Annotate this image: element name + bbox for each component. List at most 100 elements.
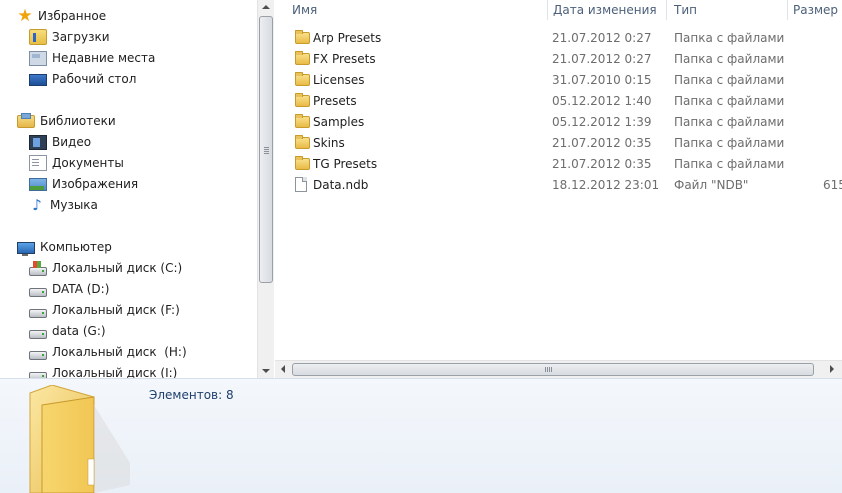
computer-icon bbox=[17, 241, 35, 256]
nav-item-drive-i[interactable]: Локальный диск (I:) bbox=[29, 363, 177, 378]
column-header: Имя Дата изменения Тип Размер bbox=[275, 0, 842, 20]
file-row[interactable]: FX Presets 21.07.2012 0:27 Папка с файлами bbox=[275, 49, 842, 70]
folder-icon bbox=[295, 51, 310, 65]
nav-item-label: Документы bbox=[52, 156, 124, 170]
file-name: Skins bbox=[313, 136, 345, 150]
large-folder-icon bbox=[29, 385, 130, 493]
libraries-icon bbox=[17, 112, 35, 128]
nav-item-label: Локальный диск (H:) bbox=[52, 345, 187, 359]
file-name: FX Presets bbox=[313, 52, 376, 66]
recent-places-icon bbox=[29, 50, 47, 66]
folder-icon bbox=[295, 93, 310, 107]
scroll-left-arrow-icon[interactable] bbox=[281, 365, 285, 373]
details-pane: Элементов: 8 bbox=[0, 378, 842, 493]
drive-icon bbox=[29, 329, 47, 339]
file-row[interactable]: TG Presets 21.07.2012 0:35 Папка с файлами bbox=[275, 154, 842, 175]
folder-icon bbox=[295, 156, 310, 170]
column-name[interactable]: Имя bbox=[287, 0, 547, 20]
column-type[interactable]: Тип bbox=[669, 0, 787, 20]
nav-item-label: Изображения bbox=[52, 177, 139, 191]
nav-libraries-label: Библиотеки bbox=[40, 114, 116, 128]
file-type: Папка с файлами bbox=[674, 115, 785, 129]
file-row[interactable]: Presets 05.12.2012 1:40 Папка с файлами bbox=[275, 91, 842, 112]
star-icon: ★ bbox=[17, 6, 33, 26]
folder-icon bbox=[295, 114, 310, 128]
scrollbar-thumb[interactable] bbox=[292, 363, 814, 376]
file-row[interactable]: Skins 21.07.2012 0:35 Папка с файлами bbox=[275, 133, 842, 154]
nav-computer-label: Компьютер bbox=[40, 240, 112, 254]
nav-item-label: Загрузки bbox=[52, 30, 110, 44]
nav-favorites[interactable]: ★ Избранное bbox=[17, 6, 106, 26]
file-type: Папка с файлами bbox=[674, 136, 785, 150]
file-name: Data.ndb bbox=[313, 178, 369, 192]
nav-item-drive-c[interactable]: Локальный диск (C:) bbox=[29, 258, 182, 278]
documents-icon bbox=[29, 155, 47, 171]
column-date-modified[interactable]: Дата изменения bbox=[548, 0, 666, 20]
file-row[interactable]: Data.ndb 18.12.2012 23:01 Файл "NDB" 615 bbox=[275, 175, 842, 196]
drive-icon bbox=[29, 350, 47, 360]
desktop-icon bbox=[29, 74, 47, 86]
file-list-pane: Имя Дата изменения Тип Размер Arp Preset… bbox=[275, 0, 842, 378]
system-drive-icon bbox=[29, 260, 47, 276]
column-size[interactable]: Размер bbox=[788, 0, 842, 20]
nav-computer[interactable]: Компьютер bbox=[17, 237, 112, 257]
file-type: Папка с файлами bbox=[674, 31, 785, 45]
nav-item-desktop[interactable]: Рабочий стол bbox=[29, 69, 136, 89]
file-size: 615 bbox=[823, 178, 842, 192]
file-name: Samples bbox=[313, 115, 365, 129]
nav-item-music[interactable]: ♪ Музыка bbox=[29, 195, 98, 215]
file-date-modified: 05.12.2012 1:40 bbox=[552, 94, 652, 108]
file-type: Папка с файлами bbox=[674, 52, 785, 66]
downloads-folder-icon bbox=[29, 29, 47, 45]
file-date-modified: 31.07.2010 0:15 bbox=[552, 73, 652, 87]
grip-icon bbox=[545, 367, 552, 372]
file-name: Presets bbox=[313, 94, 357, 108]
nav-item-images[interactable]: Изображения bbox=[29, 174, 138, 194]
scrollbar-thumb[interactable] bbox=[259, 16, 273, 283]
file-row[interactable]: Licenses 31.07.2010 0:15 Папка с файлами bbox=[275, 70, 842, 91]
nav-item-drive-f[interactable]: Локальный диск (F:) bbox=[29, 300, 180, 320]
navigation-scrollbar[interactable] bbox=[257, 0, 274, 378]
file-date-modified: 21.07.2012 0:27 bbox=[552, 31, 652, 45]
nav-libraries[interactable]: Библиотеки bbox=[17, 111, 116, 131]
file-name: Arp Presets bbox=[313, 31, 382, 45]
file-icon bbox=[295, 177, 307, 192]
nav-item-documents[interactable]: Документы bbox=[29, 153, 124, 173]
nav-item-label: Недавние места bbox=[52, 51, 156, 65]
nav-item-drive-g[interactable]: data (G:) bbox=[29, 321, 106, 341]
file-row[interactable]: Arp Presets 21.07.2012 0:27 Папка с файлам… bbox=[275, 28, 842, 49]
nav-item-downloads[interactable]: Загрузки bbox=[29, 27, 110, 47]
file-type: Папка с файлами bbox=[674, 94, 785, 108]
file-row[interactable]: Samples 05.12.2012 1:39 Папка с файлами bbox=[275, 112, 842, 133]
nav-item-label: Локальный диск (C:) bbox=[52, 261, 183, 275]
scroll-up-arrow-icon[interactable] bbox=[262, 5, 270, 9]
folder-icon bbox=[295, 30, 310, 44]
nav-favorites-label: Избранное bbox=[38, 9, 107, 23]
nav-item-recent-places[interactable]: Недавние места bbox=[29, 48, 155, 68]
file-date-modified: 21.07.2012 0:35 bbox=[552, 136, 652, 150]
nav-item-label: Локальный диск (I:) bbox=[52, 366, 178, 378]
nav-item-drive-h[interactable]: Локальный диск (H:) bbox=[29, 342, 187, 362]
scroll-down-arrow-icon[interactable] bbox=[262, 369, 270, 373]
nav-item-video[interactable]: Видео bbox=[29, 132, 91, 152]
item-count: Элементов: 8 bbox=[149, 388, 234, 402]
column-divider[interactable] bbox=[666, 0, 667, 20]
file-date-modified: 05.12.2012 1:39 bbox=[552, 115, 652, 129]
folder-icon bbox=[295, 135, 310, 149]
video-icon bbox=[29, 134, 47, 150]
file-date-modified: 21.07.2012 0:35 bbox=[552, 157, 652, 171]
folder-icon bbox=[295, 72, 310, 86]
nav-item-label: Музыка bbox=[50, 198, 98, 212]
nav-item-label: DATA (D:) bbox=[52, 282, 110, 296]
nav-item-label: Видео bbox=[52, 135, 92, 149]
scroll-right-arrow-icon[interactable] bbox=[830, 365, 834, 373]
nav-item-label: Рабочий стол bbox=[52, 72, 137, 86]
navigation-pane: ★ Избранное Загрузки Недавние места Рабо… bbox=[0, 0, 257, 378]
nav-item-drive-d[interactable]: DATA (D:) bbox=[29, 279, 109, 299]
horizontal-scrollbar[interactable] bbox=[275, 360, 842, 378]
file-type: Папка с файлами bbox=[674, 73, 785, 87]
images-icon bbox=[29, 177, 47, 191]
file-type: Папка с файлами bbox=[674, 157, 785, 171]
music-icon: ♪ bbox=[32, 196, 42, 214]
file-name: Licenses bbox=[313, 73, 365, 87]
